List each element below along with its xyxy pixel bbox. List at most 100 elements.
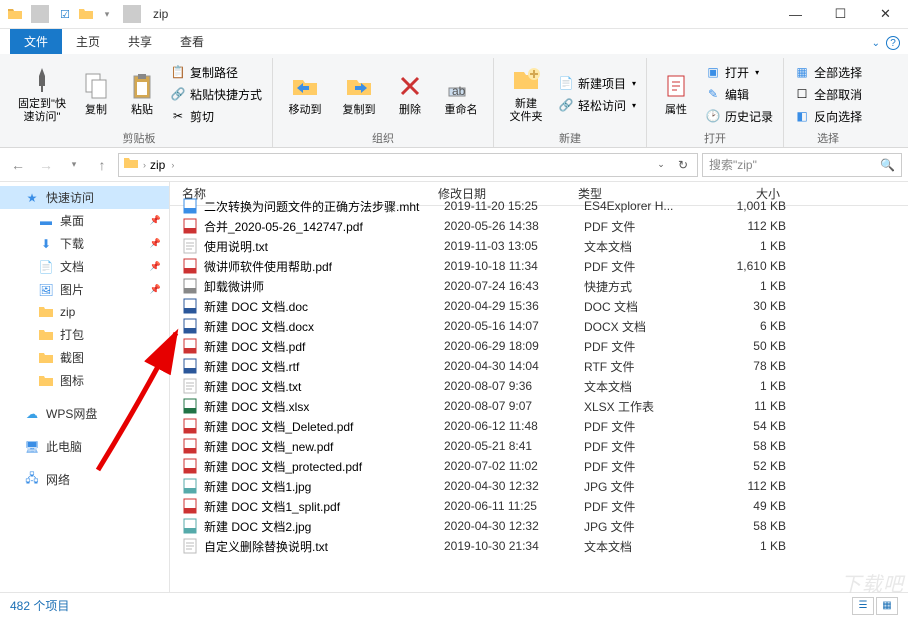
file-row[interactable]: 新建 DOC 文档1.jpg2020-04-30 12:32JPG 文件112 … [170, 476, 908, 496]
sidebar-quick-access[interactable]: ★快速访问 [0, 186, 169, 209]
paste-button[interactable]: 粘贴 [122, 58, 162, 130]
qa-dropdown-icon[interactable]: ▾ [98, 5, 116, 23]
sidebar-jietu[interactable]: 截图 [0, 346, 169, 369]
file-type: JPG 文件 [576, 478, 706, 495]
icons-view-button[interactable]: ▦ [876, 597, 898, 615]
history-button[interactable]: 🕑历史记录 [703, 107, 775, 126]
paste-shortcut-button[interactable]: 🔗粘贴快捷方式 [168, 85, 264, 104]
copy-to-button[interactable]: 复制到 [335, 58, 383, 130]
sidebar-documents[interactable]: 📄文档📌 [0, 255, 169, 278]
file-row[interactable]: 新建 DOC 文档.docx2020-05-16 14:07DOCX 文档6 K… [170, 316, 908, 336]
sidebar-wps[interactable]: ☁WPS网盘 [0, 402, 169, 425]
file-date: 2019-10-18 11:34 [436, 259, 576, 273]
file-type: RTF 文件 [576, 358, 706, 375]
deselect-all-button[interactable]: ☐全部取消 [792, 85, 864, 104]
file-row[interactable]: 新建 DOC 文档1_split.pdf2020-06-11 11:25PDF … [170, 496, 908, 516]
file-row[interactable]: 新建 DOC 文档_protected.pdf2020-07-02 11:02P… [170, 456, 908, 476]
ribbon-collapse-icon[interactable]: ⌄ [872, 38, 880, 49]
file-icon [182, 338, 198, 354]
easy-access-button[interactable]: 🔗轻松访问▾ [556, 96, 638, 115]
file-row[interactable]: 新建 DOC 文档.pdf2020-06-29 18:09PDF 文件50 KB [170, 336, 908, 356]
file-size: 58 KB [706, 519, 816, 533]
new-item-button[interactable]: 📄新建项目▾ [556, 74, 638, 93]
file-row[interactable]: 新建 DOC 文档.doc2020-04-29 15:36DOC 文档30 KB [170, 296, 908, 316]
open-button[interactable]: ▣打开▾ [703, 63, 775, 82]
new-folder-button[interactable]: 新建 文件夹 [502, 58, 550, 130]
file-row[interactable]: 二次转换为问题文件的正确方法步骤.mht2019-11-20 15:25ES4E… [170, 196, 908, 216]
file-row[interactable]: 新建 DOC 文档.txt2020-08-07 9:36文本文档1 KB [170, 376, 908, 396]
nav-forward-button[interactable]: → [34, 153, 58, 177]
sidebar-tubiao[interactable]: 图标 [0, 369, 169, 392]
file-date: 2020-04-29 15:36 [436, 299, 576, 313]
group-clipboard-label: 剪贴板 [6, 130, 272, 146]
file-row[interactable]: 新建 DOC 文档.rtf2020-04-30 14:04RTF 文件78 KB [170, 356, 908, 376]
copy-path-button[interactable]: 📋复制路径 [168, 63, 264, 82]
tab-home[interactable]: 主页 [62, 29, 114, 54]
tab-view[interactable]: 查看 [166, 29, 218, 54]
file-row[interactable]: 卸载微讲师2020-07-24 16:43快捷方式1 KB [170, 276, 908, 296]
pin-to-quick-access-button[interactable]: 固定到"快 速访问" [14, 58, 70, 130]
tab-file[interactable]: 文件 [10, 29, 62, 54]
file-size: 112 KB [706, 219, 816, 233]
tab-share[interactable]: 共享 [114, 29, 166, 54]
file-row[interactable]: 新建 DOC 文档_Deleted.pdf2020-06-12 11:48PDF… [170, 416, 908, 436]
folder-icon [123, 155, 139, 174]
cut-button[interactable]: ✂剪切 [168, 107, 264, 126]
invert-selection-button[interactable]: ◧反向选择 [792, 107, 864, 126]
file-row[interactable]: 新建 DOC 文档.xlsx2020-08-07 9:07XLSX 工作表11 … [170, 396, 908, 416]
minimize-button[interactable]: — [773, 0, 818, 29]
file-date: 2020-08-07 9:07 [436, 399, 576, 413]
search-icon[interactable]: 🔍 [880, 158, 895, 172]
file-name: 新建 DOC 文档.doc [204, 298, 436, 315]
qa-checkbox-icon[interactable]: ☑ [56, 5, 74, 23]
sidebar-zip[interactable]: zip [0, 301, 169, 323]
rename-button[interactable]: ab 重命名 [437, 58, 485, 130]
file-name: 二次转换为问题文件的正确方法步骤.mht [204, 198, 436, 215]
sidebar-pictures[interactable]: 🖼图片📌 [0, 278, 169, 301]
select-all-button[interactable]: ▦全部选择 [792, 63, 864, 82]
file-size: 1,610 KB [706, 259, 816, 273]
file-date: 2020-05-21 8:41 [436, 439, 576, 453]
file-row[interactable]: 自定义删除替换说明.txt2019-10-30 21:34文本文档1 KB [170, 536, 908, 556]
maximize-button[interactable]: ☐ [818, 0, 863, 29]
file-name: 新建 DOC 文档.txt [204, 378, 436, 395]
file-row[interactable]: 新建 DOC 文档_new.pdf2020-05-21 8:41PDF 文件58… [170, 436, 908, 456]
file-row[interactable]: 使用说明.txt2019-11-03 13:05文本文档1 KB [170, 236, 908, 256]
nav-up-button[interactable]: ↑ [90, 153, 114, 177]
nav-recent-button[interactable]: ▾ [62, 153, 86, 177]
properties-button[interactable]: 属性 [655, 58, 697, 130]
sidebar-thispc[interactable]: 🖥此电脑 [0, 435, 169, 458]
file-type: 文本文档 [576, 238, 706, 255]
address-dropdown-icon[interactable]: ⌄ [651, 158, 671, 172]
address-box[interactable]: › zip› ⌄ ↻ [118, 153, 698, 177]
refresh-icon[interactable]: ↻ [673, 158, 693, 172]
breadcrumb-zip[interactable]: zip› [150, 158, 174, 172]
file-row[interactable]: 合并_2020-05-26_142747.pdf2020-05-26 14:38… [170, 216, 908, 236]
sidebar-dapao[interactable]: 打包 [0, 323, 169, 346]
edit-button[interactable]: ✎编辑 [703, 85, 775, 104]
file-size: 1 KB [706, 279, 816, 293]
qa-folder-icon[interactable] [77, 5, 95, 23]
file-date: 2020-05-26 14:38 [436, 219, 576, 233]
file-type: DOCX 文档 [576, 318, 706, 335]
file-size: 1 KB [706, 379, 816, 393]
move-to-button[interactable]: 移动到 [281, 58, 329, 130]
nav-back-button[interactable]: ← [6, 153, 30, 177]
file-icon [182, 438, 198, 454]
delete-button[interactable]: 删除 [389, 58, 431, 130]
help-icon[interactable]: ? [886, 36, 900, 50]
copy-button[interactable]: 复制 [76, 58, 116, 130]
search-input[interactable]: 搜索"zip" 🔍 [702, 153, 902, 177]
group-select-label: 选择 [784, 130, 872, 146]
sidebar-network[interactable]: 🖧网络 [0, 468, 169, 491]
close-button[interactable]: ✕ [863, 0, 908, 29]
sidebar-desktop[interactable]: ▬桌面📌 [0, 209, 169, 232]
sidebar-downloads[interactable]: ⬇下载📌 [0, 232, 169, 255]
file-icon [182, 518, 198, 534]
file-list-pane: 名称 修改日期 类型 大小 二次转换为问题文件的正确方法步骤.mht2019-1… [170, 182, 908, 592]
file-list[interactable]: 二次转换为问题文件的正确方法步骤.mht2019-11-20 15:25ES4E… [170, 196, 908, 592]
details-view-button[interactable]: ☰ [852, 597, 874, 615]
file-row[interactable]: 新建 DOC 文档2.jpg2020-04-30 12:32JPG 文件58 K… [170, 516, 908, 536]
file-type: JPG 文件 [576, 518, 706, 535]
file-row[interactable]: 微讲师软件使用帮助.pdf2019-10-18 11:34PDF 文件1,610… [170, 256, 908, 276]
